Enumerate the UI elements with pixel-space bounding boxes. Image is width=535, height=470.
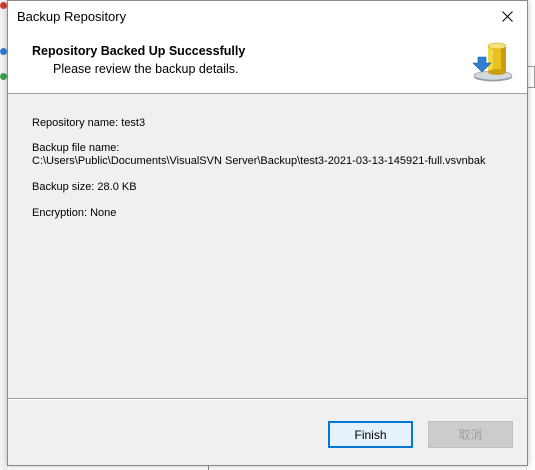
header-subtitle: Please review the backup details. xyxy=(53,62,239,76)
finish-button[interactable]: Finish xyxy=(328,421,413,448)
backup-file-path: C:\Users\Public\Documents\VisualSVN Serv… xyxy=(32,155,486,167)
background-app-icon xyxy=(0,2,7,9)
backup-details: Repository name: test3 Backup file name:… xyxy=(8,94,527,397)
backup-repository-dialog: Backup Repository Repository Backed Up S… xyxy=(7,0,528,466)
wizard-header: Repository Backed Up Successfully Please… xyxy=(8,31,527,94)
header-title: Repository Backed Up Successfully xyxy=(32,44,246,58)
close-button[interactable] xyxy=(487,1,527,31)
background-app-icon xyxy=(0,48,7,55)
cancel-button[interactable]: 取消 xyxy=(428,421,513,448)
database-download-icon xyxy=(472,42,513,82)
background-panel xyxy=(527,66,535,88)
footer-divider-highlight xyxy=(8,399,527,400)
backup-size: Backup size: 28.0 KB xyxy=(32,181,137,193)
background-app-icon xyxy=(0,73,7,80)
window-title: Backup Repository xyxy=(17,9,127,24)
encryption: Encryption: None xyxy=(32,207,117,219)
backup-file-label: Backup file name: xyxy=(32,142,120,154)
close-icon xyxy=(501,10,513,22)
title-bar[interactable]: Backup Repository xyxy=(8,1,527,31)
repository-name: Repository name: test3 xyxy=(32,117,146,129)
